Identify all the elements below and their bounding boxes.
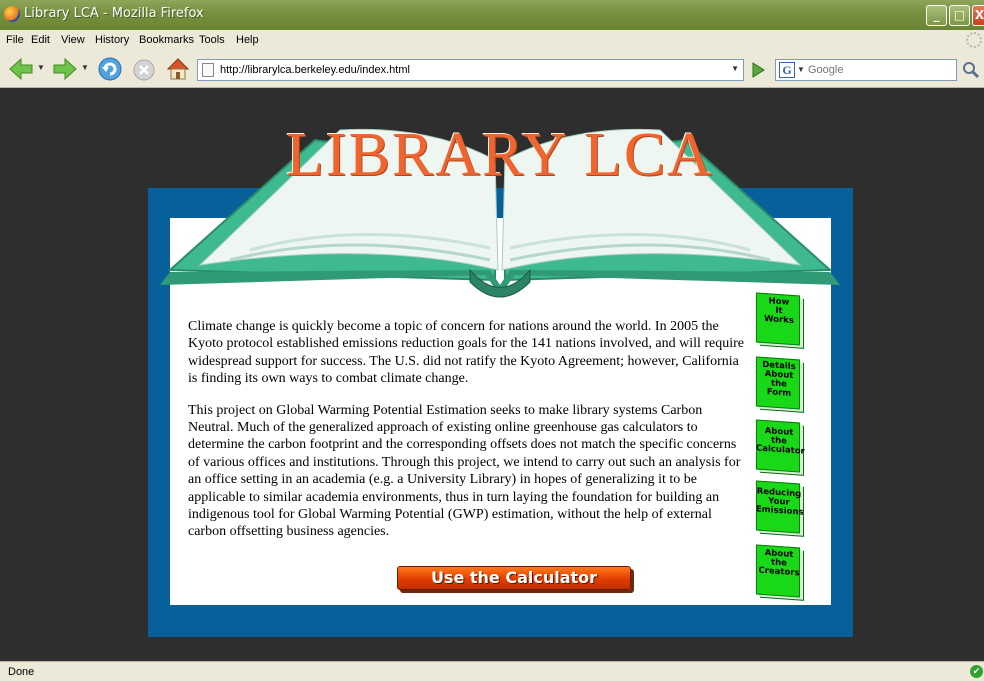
- intro-paragraph: Climate change is quickly become a topic…: [188, 319, 745, 387]
- site-title: LIBRARY LCA: [286, 121, 714, 189]
- nav-label: About the Calculator: [756, 425, 805, 457]
- nav-reducing-your-emissions[interactable]: Reducing Your Emissions: [756, 480, 804, 534]
- status-bar: Done ✔: [0, 661, 984, 681]
- menu-file[interactable]: File: [6, 34, 24, 46]
- nav-label: Reducing Your Emissions: [756, 486, 804, 518]
- nav-label: How It Works: [764, 296, 794, 327]
- activity-throbber-icon: [966, 32, 982, 48]
- back-history-dropdown-icon[interactable]: ▼: [37, 63, 47, 89]
- window-titlebar[interactable]: Library LCA - Mozilla Firefox _ □ X: [0, 0, 984, 30]
- menu-bar: File Edit View History Bookmarks Tools H…: [0, 30, 984, 51]
- go-arrow-icon[interactable]: [750, 61, 766, 79]
- stop-icon[interactable]: [132, 56, 156, 82]
- project-paragraph: This project on Global Warming Potential…: [188, 402, 741, 540]
- menu-view[interactable]: View: [61, 34, 85, 46]
- search-icon[interactable]: [962, 61, 980, 79]
- page-content: LIBRARY LCA Climate change is quickly be…: [0, 88, 984, 661]
- intro-text: Climate change is quickly become a topic…: [188, 318, 748, 555]
- google-engine-icon[interactable]: G: [779, 62, 795, 78]
- menu-history[interactable]: History: [95, 34, 129, 46]
- address-dropdown-icon[interactable]: ▼: [731, 64, 739, 73]
- check-icon: ✔: [970, 665, 983, 678]
- firefox-icon: [4, 6, 20, 22]
- window-title: Library LCA - Mozilla Firefox: [24, 6, 204, 21]
- search-input[interactable]: [808, 62, 953, 78]
- home-icon[interactable]: [165, 56, 191, 82]
- minimize-button[interactable]: _: [926, 5, 947, 26]
- navigation-toolbar: ▼ ▼ http://librarylca.berkeley.edu/index…: [0, 51, 984, 88]
- forward-history-dropdown-icon[interactable]: ▼: [81, 63, 91, 89]
- menu-help[interactable]: Help: [236, 34, 259, 46]
- maximize-button[interactable]: □: [949, 5, 970, 26]
- menu-bookmarks[interactable]: Bookmarks: [139, 34, 194, 46]
- menu-edit[interactable]: Edit: [31, 34, 50, 46]
- search-box[interactable]: G ▼: [775, 59, 957, 81]
- reload-icon[interactable]: [97, 56, 123, 82]
- menu-tools[interactable]: Tools: [199, 34, 225, 46]
- page-icon: [202, 63, 214, 77]
- status-text: Done: [8, 666, 35, 678]
- forward-arrow-icon[interactable]: [52, 56, 78, 82]
- use-calculator-button[interactable]: Use the Calculator: [397, 566, 631, 590]
- nav-how-it-works[interactable]: How It Works: [756, 292, 804, 346]
- back-arrow-icon[interactable]: [8, 56, 34, 82]
- address-bar[interactable]: http://librarylca.berkeley.edu/index.htm…: [197, 59, 744, 81]
- nav-details-about-the-form[interactable]: Details About the Form: [756, 356, 804, 410]
- nav-about-the-creators[interactable]: About the Creators: [756, 544, 804, 598]
- address-url[interactable]: http://librarylca.berkeley.edu/index.htm…: [220, 64, 410, 76]
- engine-dropdown-icon[interactable]: ▼: [797, 65, 805, 74]
- nav-about-the-calculator[interactable]: About the Calculator: [756, 419, 805, 473]
- nav-label: About the Creators: [758, 547, 800, 579]
- nav-label: Details About the Form: [762, 359, 796, 399]
- close-button[interactable]: X: [972, 5, 984, 26]
